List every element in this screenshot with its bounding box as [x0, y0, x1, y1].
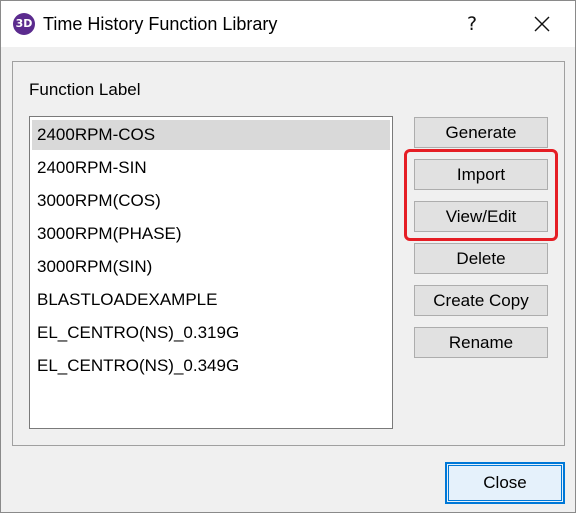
close-button-label: Close [483, 473, 527, 492]
list-item[interactable]: EL_CENTRO(NS)_0.349G [32, 351, 390, 381]
create-copy-button[interactable]: Create Copy [414, 285, 548, 316]
function-listbox[interactable]: 2400RPM-COS 2400RPM-SIN 3000RPM(COS) 300… [29, 116, 393, 429]
function-label-heading: Function Label [29, 80, 141, 99]
highlight-box [404, 149, 558, 241]
title-bar[interactable]: 3D Time History Function Library ? [1, 1, 575, 47]
app-logo-icon: 3D [13, 13, 35, 35]
rename-button[interactable]: Rename [414, 327, 548, 358]
close-icon [534, 16, 550, 32]
list-item[interactable]: 3000RPM(COS) [32, 186, 390, 216]
close-button[interactable]: Close [445, 462, 565, 504]
list-item[interactable]: 3000RPM(SIN) [32, 252, 390, 282]
window-title: Time History Function Library [43, 14, 278, 34]
list-item[interactable]: 2400RPM-COS [32, 120, 390, 150]
list-item[interactable]: EL_CENTRO(NS)_0.319G [32, 318, 390, 348]
dialog-window: 3D Time History Function Library ? Funct… [0, 0, 576, 513]
list-item[interactable]: 2400RPM-SIN [32, 153, 390, 183]
close-window-button[interactable] [519, 7, 565, 41]
delete-button[interactable]: Delete [414, 243, 548, 274]
generate-button[interactable]: Generate [414, 117, 548, 148]
help-button[interactable]: ? [449, 7, 495, 41]
list-item[interactable]: 3000RPM(PHASE) [32, 219, 390, 249]
list-item[interactable]: BLASTLOADEXAMPLE [32, 285, 390, 315]
